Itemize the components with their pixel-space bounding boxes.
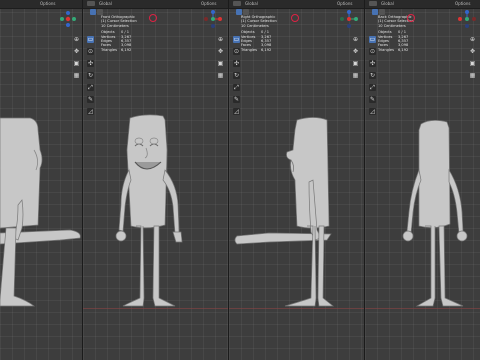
character-side-left [0,0,82,360]
viewport-left[interactable]: Options ⊕ ✥ ▣ ▦ [0,0,82,360]
viewport-front[interactable]: Global Options Front Orthographic (1) Cu… [83,0,228,360]
viewport-back[interactable]: Global Options Back Orthographic (1) Cur… [365,0,480,360]
character-back [365,0,480,360]
viewport-right[interactable]: Global Options Right Orthographic (1) Cu… [229,0,364,360]
character-side-right [229,0,364,360]
character-front [83,0,228,360]
